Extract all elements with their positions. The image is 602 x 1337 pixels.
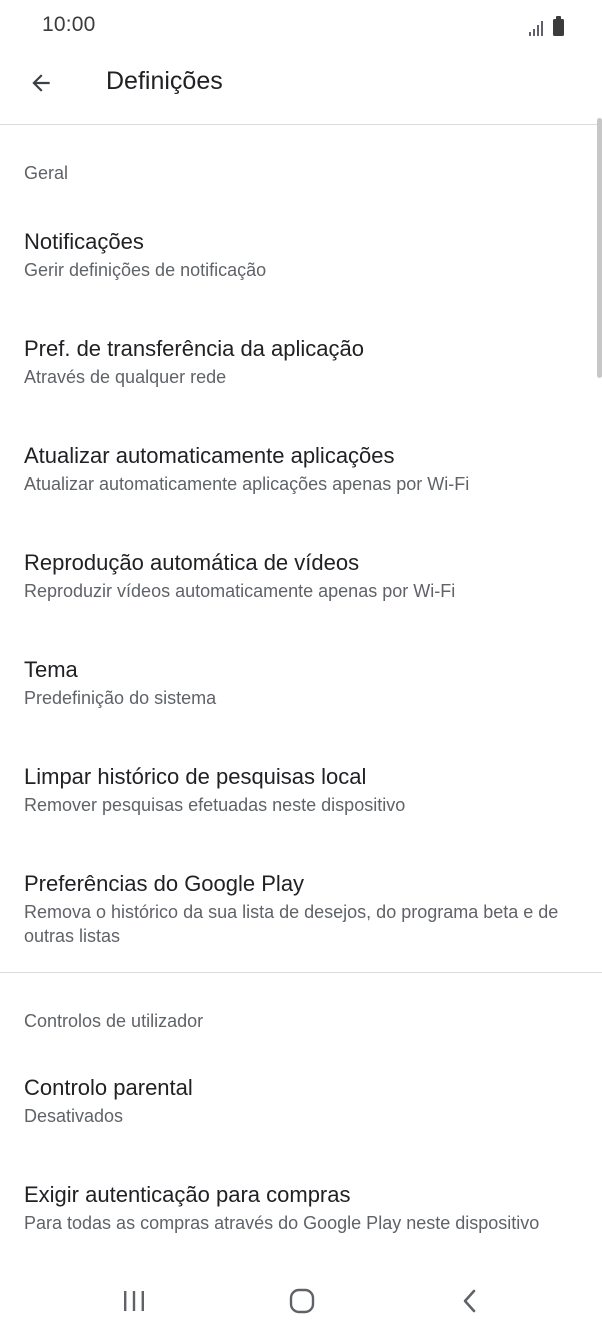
setting-subtitle: Remover pesquisas efetuadas neste dispos…: [24, 795, 406, 815]
setting-tema[interactable]: Tema Predefinição do sistema: [0, 656, 602, 710]
setting-title: Exigir autenticação para compras: [24, 1182, 351, 1207]
setting-subtitle: Para todas as compras através do Google …: [24, 1213, 540, 1233]
setting-atualizar-aplicacoes[interactable]: Atualizar automaticamente aplicações Atu…: [0, 442, 602, 496]
back-button[interactable]: [22, 64, 60, 102]
setting-exigir-autenticacao[interactable]: Exigir autenticação para compras Para to…: [0, 1181, 602, 1235]
status-icons: [529, 14, 564, 36]
status-time: 10:00: [42, 13, 96, 36]
setting-title: Controlo parental: [24, 1075, 193, 1100]
nav-back-button[interactable]: [448, 1284, 492, 1318]
signal-icon: [529, 18, 543, 36]
setting-title: Atualizar automaticamente aplicações: [24, 443, 395, 468]
setting-title: Reprodução automática de vídeos: [24, 550, 360, 575]
page-title: Definições: [106, 67, 223, 95]
recents-icon: [124, 1291, 144, 1311]
setting-title: Notificações: [24, 229, 144, 254]
setting-preferencias-google-play[interactable]: Preferências do Google Play Remova o his…: [0, 870, 602, 948]
setting-controlo-parental[interactable]: Controlo parental Desativados: [0, 1074, 602, 1128]
section-header-controlos: Controlos de utilizador: [24, 1011, 204, 1031]
system-nav-bar: [0, 1270, 602, 1337]
app-bar: Definições: [0, 52, 602, 125]
settings-list: Geral Notificações Gerir definições de n…: [0, 125, 602, 1235]
recents-button[interactable]: [112, 1284, 156, 1318]
battery-icon: [553, 16, 564, 36]
setting-reproducao-videos[interactable]: Reprodução automática de vídeos Reproduz…: [0, 549, 602, 603]
setting-subtitle: Remova o histórico da sua lista de desej…: [24, 902, 559, 946]
setting-subtitle: Reproduzir vídeos automaticamente apenas…: [24, 581, 456, 601]
setting-pref-transferencia[interactable]: Pref. de transferência da aplicação Atra…: [0, 335, 602, 389]
setting-title: Preferências do Google Play: [24, 871, 305, 896]
arrow-back-icon: [32, 74, 50, 92]
setting-subtitle: Gerir definições de notificação: [24, 260, 267, 280]
setting-subtitle: Através de qualquer rede: [24, 367, 227, 387]
setting-subtitle: Atualizar automaticamente aplicações ape…: [24, 474, 470, 494]
home-button[interactable]: [280, 1284, 324, 1318]
setting-limpar-historico[interactable]: Limpar histórico de pesquisas local Remo…: [0, 763, 602, 817]
setting-title: Pref. de transferência da aplicação: [24, 336, 364, 361]
setting-notificacoes[interactable]: Notificações Gerir definições de notific…: [0, 228, 602, 282]
section-header-geral: Geral: [24, 163, 69, 183]
setting-subtitle: Desativados: [24, 1106, 124, 1126]
setting-subtitle: Predefinição do sistema: [24, 688, 217, 708]
setting-title: Limpar histórico de pesquisas local: [24, 764, 367, 789]
home-icon: [289, 1288, 315, 1314]
back-icon: [463, 1289, 476, 1313]
setting-title: Tema: [24, 657, 78, 682]
status-bar: 10:00: [0, 0, 602, 52]
